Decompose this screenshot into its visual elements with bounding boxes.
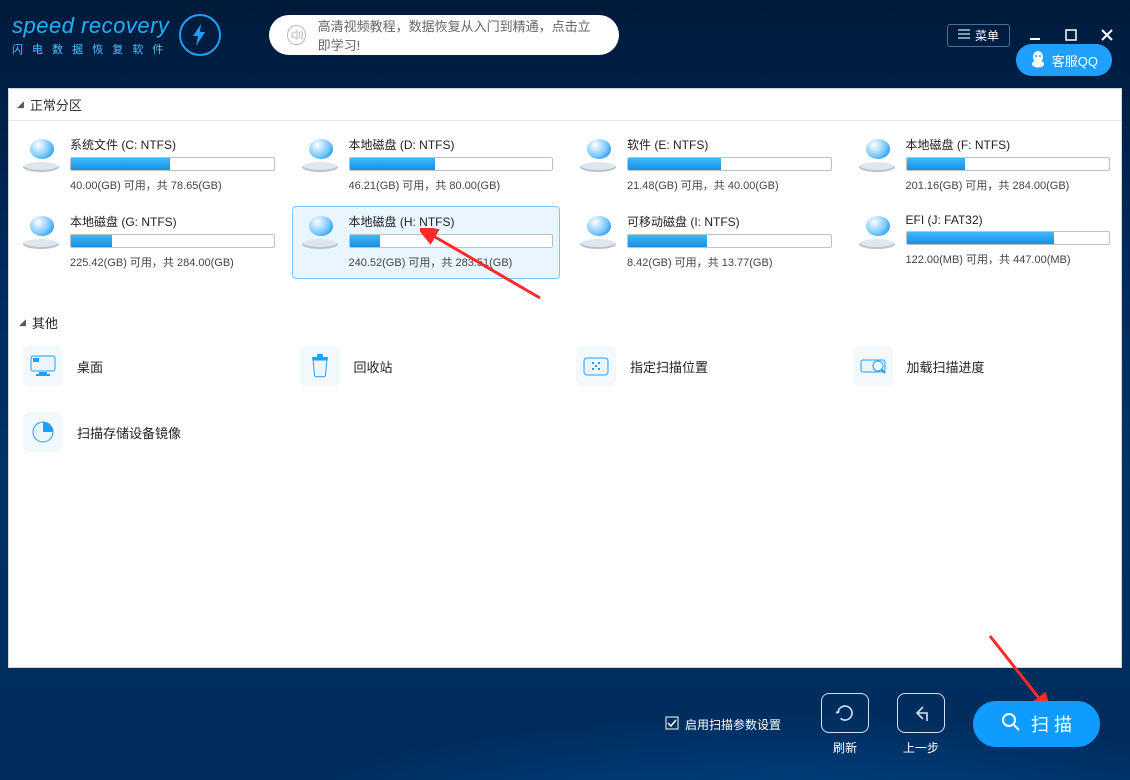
partition-item[interactable]: 本地磁盘 (G: NTFS) 225.42(GB) 可用，共 284.00(GB): [13, 206, 282, 279]
collapse-triangle-icon: ◢: [17, 99, 24, 110]
refresh-label: 刷新: [833, 739, 857, 756]
disk-icon: [20, 136, 62, 172]
maximize-button[interactable]: [1060, 24, 1082, 46]
menu-button[interactable]: 菜单: [947, 24, 1010, 47]
usage-bar: [906, 157, 1111, 171]
promo-text: 高清视频教程，数据恢复从入门到精通，点击立即学习!: [318, 16, 602, 54]
other-item-label: 指定扫描位置: [630, 357, 708, 376]
partition-stats: 122.00(MB) 可用，共 447.00(MB): [906, 251, 1111, 267]
partition-title: 可移动磁盘 (I: NTFS): [627, 213, 832, 230]
hamburger-icon: [958, 28, 970, 42]
partition-item[interactable]: 本地磁盘 (H: NTFS) 240.52(GB) 可用，共 283.51(GB): [292, 206, 561, 279]
app-logo: speed recovery 闪 电 数 据 恢 复 软 件: [12, 13, 221, 57]
desktop-icon: [23, 346, 63, 386]
menu-label: 菜单: [975, 27, 999, 44]
qq-icon: [1030, 50, 1046, 71]
disk-icon: [20, 213, 62, 249]
other-item[interactable]: 回收站: [294, 342, 561, 390]
progress-icon: [853, 346, 893, 386]
other-item[interactable]: 桌面: [17, 342, 284, 390]
usage-bar: [627, 157, 832, 171]
other-item-label: 回收站: [354, 357, 393, 376]
image-icon: [23, 412, 63, 452]
disk-icon: [299, 213, 341, 249]
partition-item[interactable]: 系统文件 (C: NTFS) 40.00(GB) 可用，共 78.65(GB): [13, 129, 282, 202]
back-icon: [897, 693, 945, 733]
partition-stats: 240.52(GB) 可用，共 283.51(GB): [349, 254, 554, 270]
other-item[interactable]: 加载扫描进度: [847, 342, 1114, 390]
partition-title: 系统文件 (C: NTFS): [70, 136, 275, 153]
other-item-label: 扫描存储设备镜像: [77, 423, 181, 442]
partition-stats: 225.42(GB) 可用，共 284.00(GB): [70, 254, 275, 270]
promo-banner[interactable]: 高清视频教程，数据恢复从入门到精通，点击立即学习!: [269, 15, 619, 55]
search-icon: [1001, 712, 1021, 737]
partition-title: 本地磁盘 (H: NTFS): [349, 213, 554, 230]
refresh-button[interactable]: 刷新: [821, 693, 869, 756]
usage-bar: [70, 234, 275, 248]
scan-button[interactable]: 扫 描: [973, 701, 1100, 747]
back-button[interactable]: 上一步: [897, 693, 945, 756]
partition-item[interactable]: 软件 (E: NTFS) 21.48(GB) 可用，共 40.00(GB): [570, 129, 839, 202]
speaker-icon: [287, 25, 305, 45]
partitions-title: 正常分区: [30, 95, 82, 114]
partition-item[interactable]: 本地磁盘 (D: NTFS) 46.21(GB) 可用，共 80.00(GB): [292, 129, 561, 202]
partition-stats: 21.48(GB) 可用，共 40.00(GB): [627, 177, 832, 193]
minimize-button[interactable]: [1024, 24, 1046, 46]
close-button[interactable]: [1096, 24, 1118, 46]
partition-stats: 40.00(GB) 可用，共 78.65(GB): [70, 177, 275, 193]
disk-icon: [299, 136, 341, 172]
usage-bar: [349, 157, 554, 171]
usage-bar: [70, 157, 275, 171]
refresh-icon: [821, 693, 869, 733]
checkbox-icon: [665, 716, 679, 733]
back-label: 上一步: [903, 739, 939, 756]
partition-title: 本地磁盘 (G: NTFS): [70, 213, 275, 230]
other-item-label: 桌面: [77, 357, 103, 376]
disk-icon: [856, 213, 898, 249]
other-item[interactable]: 指定扫描位置: [570, 342, 837, 390]
support-qq-button[interactable]: 客服QQ: [1016, 44, 1112, 76]
disk-icon: [856, 136, 898, 172]
bolt-icon: [179, 14, 221, 56]
main-panel: ◢ 正常分区 系统文件 (C: NTFS) 40.00(GB) 可用，共 78.6…: [8, 88, 1122, 668]
other-section-header[interactable]: ◢ 其他: [13, 309, 1117, 342]
partition-title: 本地磁盘 (F: NTFS): [906, 136, 1111, 153]
logo-title: speed recovery: [12, 13, 169, 39]
partition-item[interactable]: 可移动磁盘 (I: NTFS) 8.42(GB) 可用，共 13.77(GB): [570, 206, 839, 279]
disk-icon: [577, 136, 619, 172]
partition-title: 本地磁盘 (D: NTFS): [349, 136, 554, 153]
checkbox-label: 启用扫描参数设置: [685, 716, 781, 733]
partitions-section-header[interactable]: ◢ 正常分区: [9, 89, 1121, 121]
qq-label: 客服QQ: [1052, 51, 1098, 70]
other-item[interactable]: 扫描存储设备镜像: [17, 408, 284, 456]
partition-title: 软件 (E: NTFS): [627, 136, 832, 153]
logo-subtitle: 闪 电 数 据 恢 复 软 件: [12, 41, 169, 57]
scan-params-checkbox[interactable]: 启用扫描参数设置: [665, 716, 781, 733]
usage-bar: [906, 231, 1111, 245]
other-title: 其他: [32, 313, 58, 332]
partition-title: EFI (J: FAT32): [906, 213, 1111, 227]
partition-item[interactable]: 本地磁盘 (F: NTFS) 201.16(GB) 可用，共 284.00(GB): [849, 129, 1118, 202]
usage-bar: [349, 234, 554, 248]
usage-bar: [627, 234, 832, 248]
partition-stats: 46.21(GB) 可用，共 80.00(GB): [349, 177, 554, 193]
collapse-triangle-icon: ◢: [19, 317, 26, 328]
partition-stats: 8.42(GB) 可用，共 13.77(GB): [627, 254, 832, 270]
partition-item[interactable]: EFI (J: FAT32) 122.00(MB) 可用，共 447.00(MB): [849, 206, 1118, 279]
trash-icon: [300, 346, 340, 386]
disk-icon: [577, 213, 619, 249]
target-icon: [576, 346, 616, 386]
partition-stats: 201.16(GB) 可用，共 284.00(GB): [906, 177, 1111, 193]
other-item-label: 加载扫描进度: [907, 357, 985, 376]
scan-label: 扫 描: [1031, 711, 1072, 737]
